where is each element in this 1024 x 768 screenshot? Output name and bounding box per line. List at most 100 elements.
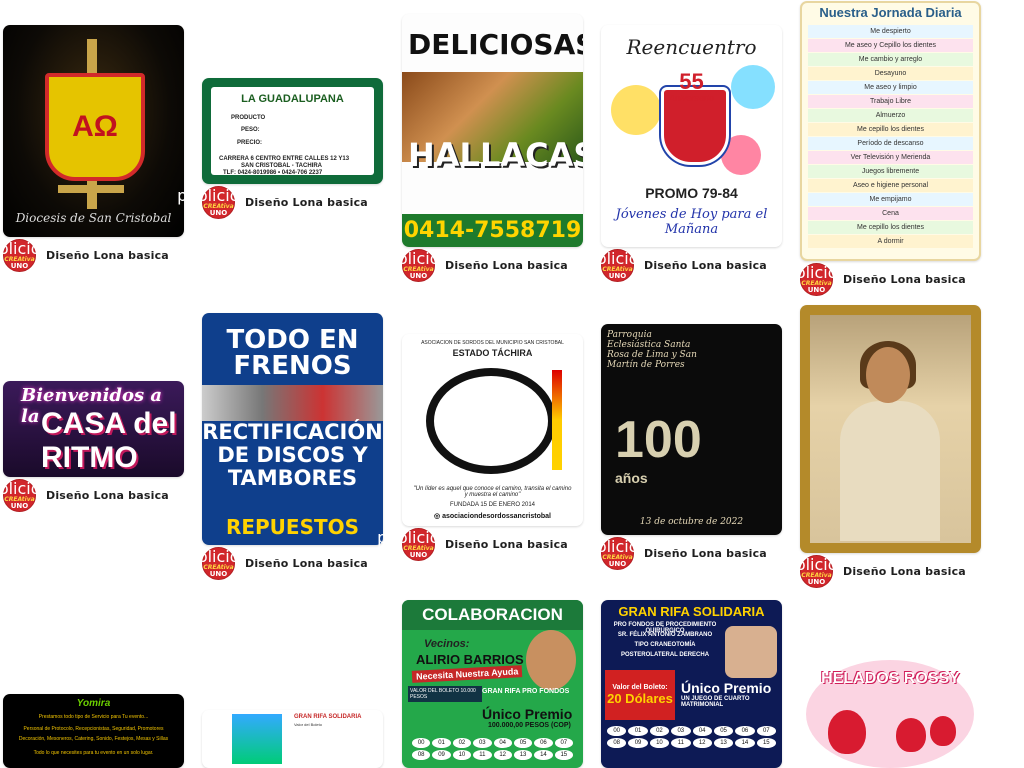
field-city: SAN CRISTOBAL - TACHIRA <box>241 163 322 169</box>
design-caption[interactable]: Diseño Lona basica <box>644 259 767 272</box>
creativa-uno-logo[interactable]: publicidadCREAtivaUNO <box>0 238 61 272</box>
design-caption[interactable]: Diseño Lona basica <box>644 547 767 560</box>
design-thumbnail[interactable] <box>800 305 981 553</box>
creativa-uno-logo[interactable]: publicidadCREAtivaUNO <box>576 248 659 282</box>
strawberry-icon <box>828 710 866 754</box>
design-thumbnail[interactable]: DELICIOSAS HALLACAS 0414-7558719 <box>402 14 583 247</box>
design-thumbnail[interactable]: GRAN RIFA SOLIDARIA Valor del Boleto <box>202 710 383 768</box>
design-meta: publicidadCREAtivaUNO Diseño Lona basica <box>0 478 184 512</box>
creativa-uno-logo[interactable]: publicidadCREAtivaUNO <box>775 262 858 296</box>
anniversary-label: Aniversario <box>668 93 715 103</box>
ticket-value-box: Valor del Boleto: 20 Dólares <box>605 670 675 720</box>
rifa-line: SR. FÉLIX ANTONIO ZAMBRANO <box>617 632 713 638</box>
design-meta: publicidadCREAtivaUNO Diseño Lona basica <box>377 527 583 561</box>
design-card-rifa-solidaria[interactable]: GRAN RIFA SOLIDARIA PRO FONDOS DE PROCED… <box>601 600 782 768</box>
cross-base <box>58 185 124 193</box>
jornada-title: Nuestra Jornada Diaria <box>819 5 962 20</box>
reencuentro-title: Reencuentro <box>626 35 757 59</box>
design-caption[interactable]: Diseño Lona basica <box>445 259 568 272</box>
jornada-item: Trabajo Libre <box>808 95 973 108</box>
promo-label: PROMO 79-84 <box>645 185 738 201</box>
instagram-icon: ◎ <box>434 513 441 520</box>
frenos-line3: REPUESTOS <box>225 515 360 539</box>
rifa-prize-title: Único Premio <box>681 680 772 696</box>
design-caption[interactable]: Diseño Lona basica <box>445 538 568 551</box>
creativa-uno-logo[interactable]: publicidadCREAtivaUNO <box>377 527 460 561</box>
field-precio: PRECIO: <box>237 140 263 146</box>
design-thumbnail[interactable]: COLABORACION Vecinos: ALIRIO BARRIOS Nec… <box>402 600 583 768</box>
design-thumbnail[interactable]: Reencuentro 55 Aniversario PROMO 79-84 J… <box>601 25 782 247</box>
design-card-reencuentro[interactable]: Reencuentro 55 Aniversario PROMO 79-84 J… <box>576 25 782 282</box>
design-thumbnail[interactable]: LA GUADALUPANA PRODUCTO PESO: PRECIO: CA… <box>202 78 383 184</box>
design-card-frenos[interactable]: TODO EN FRENOS RECTIFICACIÓN DE DISCOS Y… <box>177 313 383 580</box>
design-thumbnail[interactable]: Parroquia Eclesiástica Santa Rosa de Lim… <box>601 324 782 535</box>
design-meta: publicidadCREAtivaUNO Diseño Lona basica <box>576 248 782 282</box>
design-card-evento[interactable]: Yomira Prestamos todo tipo de Servicio p… <box>3 694 184 768</box>
design-thumbnail[interactable]: ΑΩ Diocesis de San Cristobal <box>3 25 184 237</box>
design-card-jornada[interactable]: Nuestra Jornada Diaria Me despierto Me a… <box>775 1 981 296</box>
design-card-rifa-small[interactable]: GRAN RIFA SOLIDARIA Valor del Boleto <box>202 710 383 768</box>
design-caption[interactable]: Diseño Lona basica <box>46 489 169 502</box>
colab-need: Necesita Nuestra Ayuda <box>411 665 523 683</box>
design-caption[interactable]: Diseño Lona basica <box>46 249 169 262</box>
design-thumbnail[interactable]: Yomira Prestamos todo tipo de Servicio p… <box>3 694 184 768</box>
label-title: LA GUADALUPANA <box>241 93 344 105</box>
brake-parts-image <box>202 385 383 421</box>
design-thumbnail[interactable]: Nuestra Jornada Diaria Me despierto Me a… <box>800 1 981 261</box>
sordos-founded: FUNDADA 15 DE ENERO 2014 <box>449 502 536 508</box>
anniversary-label: años <box>615 470 648 486</box>
design-caption[interactable]: Diseño Lona basica <box>843 273 966 286</box>
creativa-uno-logo[interactable]: publicidadCREAtivaUNO <box>576 536 659 570</box>
jornada-item: A dormir <box>808 235 973 248</box>
evento-brand: Yomira <box>76 698 111 709</box>
creativa-uno-logo[interactable]: publicidadCREAtivaUNO <box>0 478 61 512</box>
design-caption[interactable]: Diseño Lona basica <box>843 565 966 578</box>
colab-title: COLABORACION <box>402 600 583 630</box>
number-grid: 00 01 02 03 04 05 06 07 08 09 10 11 12 13 14 15 <box>607 726 776 748</box>
creativa-uno-logo[interactable]: publicidadCREAtivaUNO <box>177 546 260 580</box>
jornada-item: Período de descanso <box>808 137 973 150</box>
sordos-quote: "Un líder es aquel que conoce el camino,… <box>413 486 572 498</box>
creativa-uno-logo[interactable]: publicidadCREAtivaUNO <box>377 248 460 282</box>
evento-line: Todo lo que necesites para tu evento en … <box>33 750 154 756</box>
design-card-hallacas[interactable]: DELICIOSAS HALLACAS 0414-7558719 publici… <box>377 14 583 282</box>
design-card-guadalupana[interactable]: LA GUADALUPANA PRODUCTO PESO: PRECIO: CA… <box>177 78 383 219</box>
jornada-item: Me despierto <box>808 25 973 38</box>
creativa-uno-logo[interactable]: publicidadCREAtivaUNO <box>775 554 858 588</box>
design-thumbnail[interactable]: HELADOS ROSSY <box>800 658 981 768</box>
colab-prize-title: Único Premio <box>482 706 573 722</box>
field-peso: PESO: <box>241 127 260 133</box>
hallacas-line1: DELICIOSAS <box>408 28 583 61</box>
jornada-item: Cena <box>808 207 973 220</box>
design-card-parroquia[interactable]: Parroquia Eclesiástica Santa Rosa de Lim… <box>576 324 782 570</box>
jornada-item: Me empijamo <box>808 193 973 206</box>
jornada-item: Me aseo y limpio <box>808 81 973 94</box>
parroquia-date: 13 de octubre de 2022 <box>639 517 744 527</box>
design-thumbnail[interactable]: TODO EN FRENOS RECTIFICACIÓN DE DISCOS Y… <box>202 313 383 545</box>
frenos-line2: RECTIFICACIÓN DE DISCOS Y TAMBORES <box>202 420 383 490</box>
jornada-item: Desayuno <box>808 67 973 80</box>
design-thumbnail[interactable]: GRAN RIFA SOLIDARIA PRO FONDOS DE PROCED… <box>601 600 782 768</box>
design-caption[interactable]: Diseño Lona basica <box>245 557 368 570</box>
design-card-ritmo[interactable]: Bienvenidos a la CASA del RITMO publicid… <box>0 381 184 512</box>
frenos-line1: TODO EN FRENOS <box>226 325 359 381</box>
ritmo-line3: RITMO <box>41 441 138 474</box>
figure-face <box>866 347 910 403</box>
jornada-item: Ver Televisión y Merienda <box>808 151 973 164</box>
design-card-colaboracion[interactable]: COLABORACION Vecinos: ALIRIO BARRIOS Nec… <box>402 600 583 768</box>
ritmo-line2: CASA del <box>41 407 177 440</box>
design-thumbnail[interactable]: ASOCIACION DE SORDOS DEL MUNICIPIO SAN C… <box>402 334 583 526</box>
design-caption[interactable]: Diseño Lona basica <box>245 196 368 209</box>
jornada-item: Me aseo y Cepillo los dientes <box>808 39 973 52</box>
creativa-uno-logo[interactable]: publicidadCREAtivaUNO <box>177 185 260 219</box>
design-card-helados[interactable]: HELADOS ROSSY <box>800 658 981 768</box>
design-meta: publicidadCREAtivaUNO Diseño Lona basica <box>177 185 383 219</box>
design-thumbnail[interactable]: Bienvenidos a la CASA del RITMO <box>3 381 184 477</box>
parroquia-title: Parroquia Eclesiástica Santa Rosa de Lim… <box>607 330 697 370</box>
rifa-subtitle: Valor del Boleto <box>294 722 322 727</box>
field-producto: PRODUCTO <box>231 115 266 121</box>
design-card-sordos[interactable]: ASOCIACION DE SORDOS DEL MUNICIPIO SAN C… <box>377 334 583 561</box>
design-card-diocesis[interactable]: ΑΩ Diocesis de San Cristobal publicidadC… <box>0 25 184 272</box>
strawberry-icon <box>930 716 956 746</box>
design-card-jesus[interactable]: publicidad CREAtiva UNO Diseño Lona basica <box>775 305 981 588</box>
